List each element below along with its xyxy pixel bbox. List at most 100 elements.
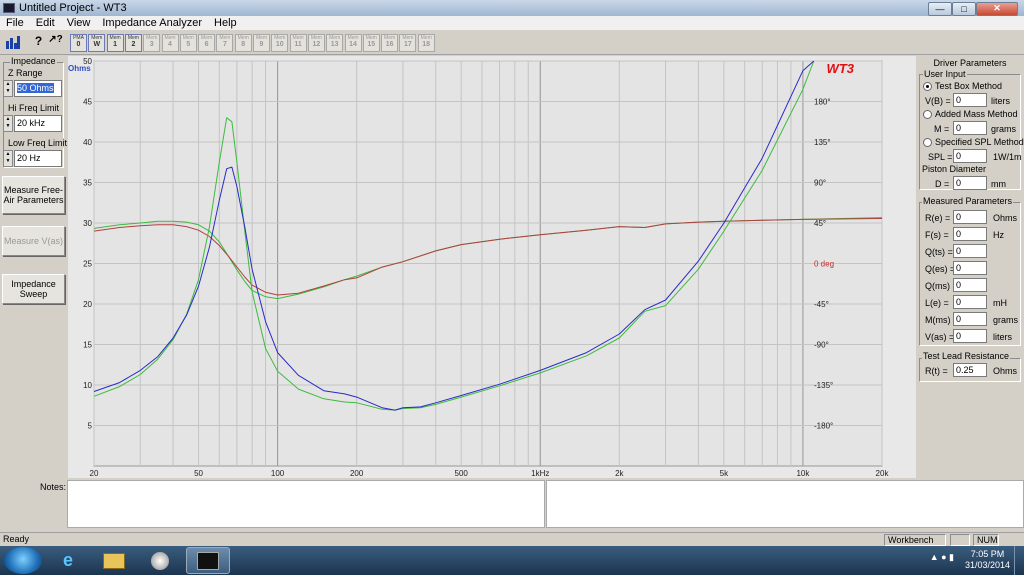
wt3-taskbar-icon[interactable] <box>186 547 230 574</box>
m-field[interactable]: 0 <box>953 121 987 135</box>
pointer-help-icon: ↗? <box>48 34 63 45</box>
memory-button[interactable]: Mem 3 <box>143 34 161 52</box>
y-axis-label: Ohms <box>68 64 91 73</box>
start-button[interactable] <box>4 547 42 574</box>
memory-button[interactable]: Mem 2 <box>124 34 142 52</box>
memory-button[interactable]: Mem 16 <box>381 34 399 52</box>
memory-button[interactable]: Mem 18 <box>417 34 435 52</box>
memory-button[interactable]: Mem 6 <box>198 34 216 52</box>
memory-button[interactable]: Mem 12 <box>307 34 325 52</box>
memory-button[interactable]: Mem 14 <box>344 34 362 52</box>
memory-button[interactable]: Mem 5 <box>179 34 197 52</box>
added-mass-method-radio[interactable] <box>923 110 932 119</box>
measure-free-air-button[interactable]: Measure Free-Air Parameters <box>2 176 65 214</box>
taskbar: e ▲ ● ▮ 7:05 PM 31/03/2014 <box>0 546 1024 575</box>
impedance-sweep-button[interactable]: Impedance Sweep <box>2 274 65 304</box>
menu-file[interactable]: File <box>0 17 30 29</box>
measured-value-field[interactable]: 0 <box>953 295 987 309</box>
test-box-method-radio[interactable] <box>923 82 932 91</box>
spl-field[interactable]: 0 <box>953 149 987 163</box>
memory-button[interactable]: Mem W <box>88 34 106 52</box>
y2-tick-label: 135° <box>814 138 831 147</box>
memory-button[interactable]: Mem 13 <box>326 34 344 52</box>
measured-value-field[interactable]: 0 <box>953 312 987 326</box>
memory-button[interactable]: PMA 0 <box>70 34 87 52</box>
maximize-button[interactable]: □ <box>952 1 976 16</box>
memory-button[interactable]: Mem 11 <box>289 34 307 52</box>
close-button[interactable]: ✕ <box>976 1 1018 16</box>
menu-edit[interactable]: Edit <box>30 17 61 29</box>
menu-help[interactable]: Help <box>208 17 243 29</box>
rt-label: R(t) = <box>925 366 948 376</box>
spl-label: SPL = <box>928 152 953 162</box>
context-help-button[interactable]: ↗? <box>47 34 64 52</box>
memory-button[interactable]: Mem 9 <box>253 34 270 52</box>
status-blank <box>950 534 970 546</box>
z-range-field[interactable]: 50 Ohms <box>14 80 62 97</box>
memory-button-number: 6 <box>204 41 209 48</box>
x-tick-label: 50 <box>194 469 203 478</box>
z-range-label: Z Range <box>7 68 44 78</box>
notes-input-right[interactable] <box>546 480 1024 528</box>
app-icon <box>3 3 15 13</box>
clock[interactable]: 7:05 PM 31/03/2014 <box>965 549 1010 571</box>
notes-input[interactable] <box>67 480 545 528</box>
memory-button[interactable]: Mem 8 <box>234 34 252 52</box>
y2-tick-label: 90° <box>814 179 826 188</box>
d-field[interactable]: 0 <box>953 176 987 190</box>
impedance-label: Impedance <box>10 56 57 66</box>
measured-value-field[interactable]: 0 <box>953 278 987 292</box>
impedance-chart-svg: 20 50 100 200 500 1kHz 2k 5k 10k 20k 5 10 15 20 25 30 35… <box>68 57 889 478</box>
m-label: M = <box>934 124 950 134</box>
measured-value-field[interactable]: 0 <box>953 227 987 241</box>
memory-button[interactable]: Mem 10 <box>271 34 289 52</box>
x-tick-label: 2k <box>615 469 624 478</box>
hi-freq-spinner[interactable]: ▲ ▼ <box>3 115 13 132</box>
hi-freq-field[interactable]: 20 kHz <box>14 115 62 132</box>
specified-spl-method-radio[interactable] <box>923 138 932 147</box>
minimize-button[interactable]: — <box>928 1 952 16</box>
tray-icons[interactable]: ▲ ● ▮ <box>930 552 954 563</box>
memory-button[interactable]: Mem 17 <box>399 34 417 52</box>
clock-time: 7:05 PM <box>970 549 1005 559</box>
menu-impedance-analyzer[interactable]: Impedance Analyzer <box>96 17 208 29</box>
wt3-app-icon <box>197 551 219 570</box>
measure-vas-button[interactable]: Measure V(as) <box>2 226 65 256</box>
z-range-spinner[interactable]: ▲ ▼ <box>3 80 13 97</box>
status-num: NUM <box>973 534 999 546</box>
memory-button[interactable]: Mem 15 <box>362 34 380 52</box>
memory-button-number: 16 <box>385 41 394 48</box>
status-text: Ready <box>3 534 30 544</box>
menu-view[interactable]: View <box>61 17 97 29</box>
measured-value-field[interactable]: 0 <box>953 329 987 343</box>
memory-button[interactable]: Mem 1 <box>106 34 124 52</box>
memory-button[interactable]: Mem 7 <box>216 34 234 52</box>
test-lead-label: Test Lead Resistance <box>922 351 1011 361</box>
memory-button-number: 2 <box>131 41 136 48</box>
ie-icon[interactable]: e <box>46 547 90 574</box>
y2-tick-label: 0 deg <box>814 260 834 269</box>
low-freq-spinner[interactable]: ▲ ▼ <box>3 150 13 167</box>
specified-spl-method-label: Specified SPL Method <box>935 137 1024 147</box>
show-desktop-button[interactable] <box>1014 546 1024 575</box>
memory-button-number: 4 <box>168 41 172 48</box>
rt-field[interactable]: 0.25 <box>953 363 987 377</box>
measured-value-field[interactable]: 0 <box>953 210 987 224</box>
media-icon[interactable] <box>138 547 182 574</box>
notes-label: Notes: <box>40 482 67 492</box>
about-button[interactable]: ? <box>30 34 47 52</box>
status-workbench: Workbench <box>884 534 946 546</box>
measured-unit: liters <box>993 332 1013 342</box>
x-tick-label: 5k <box>720 469 729 478</box>
explorer-icon[interactable] <box>92 547 136 574</box>
low-freq-field[interactable]: 20 Hz <box>14 150 62 167</box>
y2-tick-label: 45° <box>814 219 826 228</box>
memory-button[interactable]: Mem 4 <box>161 34 179 52</box>
d-label: D = <box>935 179 950 189</box>
chart-icon-button[interactable] <box>4 34 21 52</box>
vb-field[interactable]: 0 <box>953 93 987 107</box>
low-freq-label: Low Freq Limit <box>7 138 69 148</box>
measured-value-field[interactable]: 0 <box>953 261 987 275</box>
measured-value-field[interactable]: 0 <box>953 244 987 258</box>
impedance-chart[interactable]: 20 50 100 200 500 1kHz 2k 5k 10k 20k 5 10 15 20 25 30 35… <box>68 56 916 478</box>
